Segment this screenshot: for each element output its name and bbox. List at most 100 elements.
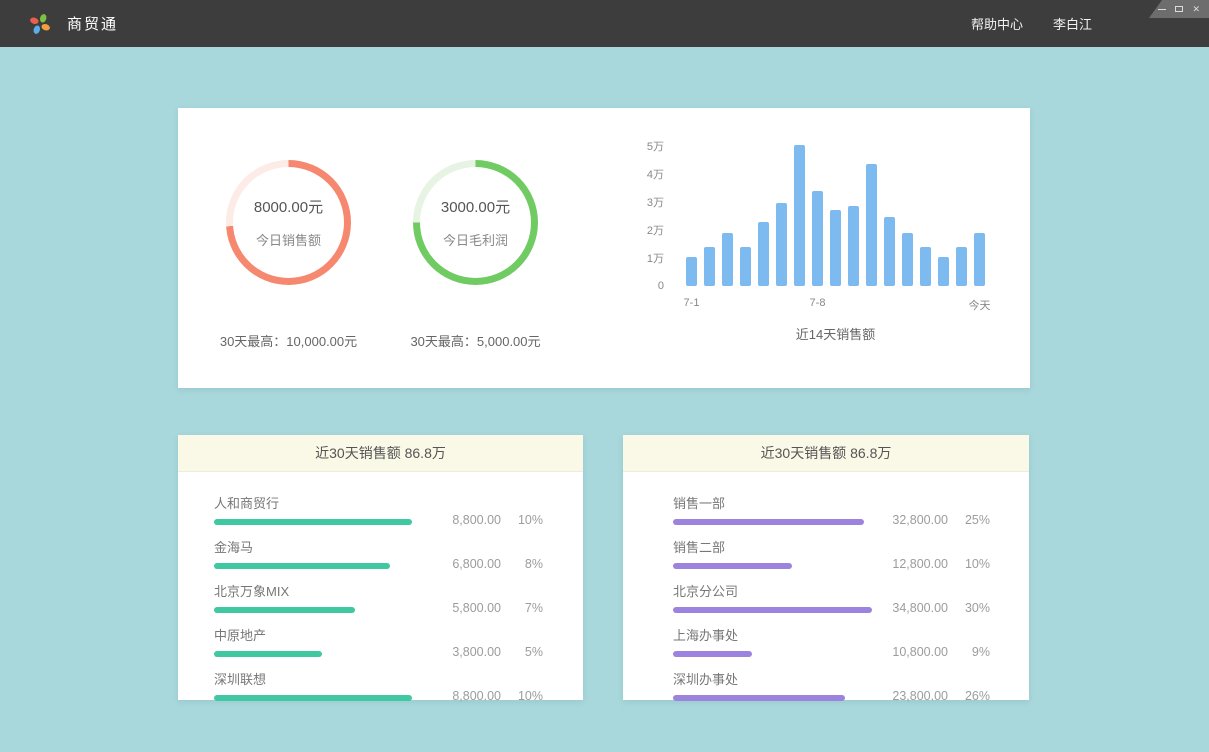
sales-bar	[848, 206, 859, 286]
ranking-row: 金海马 6,800.00 8%	[214, 537, 543, 569]
today-sales-ring: 8000.00元 今日销售额	[226, 160, 351, 285]
row-percent: 5%	[501, 645, 543, 659]
row-value: 6,800.00	[431, 557, 501, 571]
sales-bar	[938, 257, 949, 286]
sales-bar	[830, 210, 841, 286]
row-label: 中原地产	[214, 625, 421, 644]
profit-30d-max: 30天最高：5,000.00元	[383, 331, 568, 350]
row-label: 北京分公司	[673, 581, 868, 600]
department-ranking-card: 近30天销售额 86.8万 销售一部 32,800.00 25% 销售二部 12…	[623, 435, 1029, 700]
today-sales-donut: 8000.00元 今日销售额 30天最高：10,000.00元	[226, 160, 351, 388]
customer-ranking-list: 人和商贸行 8,800.00 10% 金海马 6,800.00 8% 北京万象M…	[178, 472, 583, 701]
row-progress-bar	[673, 607, 872, 613]
sales-30d-max: 30天最高：10,000.00元	[196, 331, 381, 350]
row-value: 8,800.00	[431, 513, 501, 527]
y-tick-label: 2万	[647, 222, 664, 238]
x-tick-label: 7-1	[684, 297, 700, 309]
sales-bar	[866, 164, 877, 286]
chart-x-axis: 7-17-8今天	[686, 286, 985, 310]
chart-y-axis: 5万4万3万2万1万0	[610, 146, 664, 286]
customer-ranking-card: 近30天销售额 86.8万 人和商贸行 8,800.00 10% 金海马 6,8…	[178, 435, 583, 700]
row-value: 5,800.00	[431, 601, 501, 615]
row-label: 人和商贸行	[214, 493, 421, 512]
ranking-row: 销售二部 12,800.00 10%	[673, 537, 990, 569]
row-progress-bar	[214, 607, 355, 613]
ranking-row: 北京分公司 34,800.00 30%	[673, 581, 990, 613]
sales-bar	[920, 247, 931, 286]
today-profit-value: 3000.00元	[441, 196, 510, 217]
today-sales-label: 今日销售额	[256, 230, 321, 249]
row-value: 12,800.00	[878, 557, 948, 571]
sales-bar	[812, 191, 823, 286]
row-label: 北京万象MIX	[214, 581, 421, 600]
sales-bar	[884, 217, 895, 286]
row-label: 销售一部	[673, 493, 868, 512]
row-progress-bar	[214, 651, 322, 657]
today-profit-label: 今日毛利润	[443, 230, 508, 249]
row-progress-bar	[673, 563, 792, 569]
sales-bar	[956, 247, 967, 286]
row-progress-bar	[673, 695, 845, 701]
y-tick-label: 1万	[647, 250, 664, 266]
row-percent: 7%	[501, 601, 543, 615]
row-progress-bar	[214, 563, 390, 569]
today-summary-card: 8000.00元 今日销售额 30天最高：10,000.00元 3000.00元…	[178, 108, 1030, 388]
y-tick-label: 4万	[647, 166, 664, 182]
sales-14d-chart: 5万4万3万2万1万0 7-17-8今天 近14天销售额	[610, 108, 985, 388]
row-value: 34,800.00	[878, 601, 948, 615]
sales-bar	[776, 203, 787, 286]
customer-ranking-header: 近30天销售额 86.8万	[178, 435, 583, 472]
row-progress-bar	[214, 695, 412, 701]
row-percent: 8%	[501, 557, 543, 571]
row-percent: 10%	[501, 689, 543, 703]
row-value: 8,800.00	[431, 689, 501, 703]
today-profit-ring: 3000.00元 今日毛利润	[413, 160, 538, 285]
today-sales-value: 8000.00元	[254, 196, 323, 217]
ranking-row: 深圳办事处 23,800.00 26%	[673, 669, 990, 701]
row-label: 上海办事处	[673, 625, 868, 644]
row-value: 3,800.00	[431, 645, 501, 659]
ranking-row: 北京万象MIX 5,800.00 7%	[214, 581, 543, 613]
app-logo-pinwheel-icon	[28, 12, 52, 36]
titlebar-nav: 帮助中心 李白江	[971, 14, 1092, 33]
row-label: 金海马	[214, 537, 421, 556]
row-label: 深圳办事处	[673, 669, 868, 688]
app-title: 商贸通	[67, 13, 118, 34]
close-icon[interactable]: ✕	[1192, 5, 1200, 14]
sales-bar	[758, 222, 769, 286]
sales-bar	[686, 257, 697, 286]
today-profit-donut: 3000.00元 今日毛利润 30天最高：5,000.00元	[413, 160, 538, 388]
sales-bar	[974, 233, 985, 286]
sales-bar	[794, 145, 805, 286]
donut-gauges: 8000.00元 今日销售额 30天最高：10,000.00元 3000.00元…	[178, 108, 538, 388]
ranking-row: 人和商贸行 8,800.00 10%	[214, 493, 543, 525]
row-percent: 25%	[948, 513, 990, 527]
y-tick-label: 3万	[647, 194, 664, 210]
row-percent: 10%	[948, 557, 990, 571]
x-tick-label: 7-8	[810, 297, 826, 309]
ranking-row: 深圳联想 8,800.00 10%	[214, 669, 543, 701]
help-center-link[interactable]: 帮助中心	[971, 14, 1023, 33]
department-ranking-list: 销售一部 32,800.00 25% 销售二部 12,800.00 10% 北京…	[623, 472, 1029, 701]
titlebar: 商贸通 帮助中心 李白江 ✕	[0, 0, 1209, 47]
row-value: 32,800.00	[878, 513, 948, 527]
row-percent: 10%	[501, 513, 543, 527]
row-value: 10,800.00	[878, 645, 948, 659]
row-label: 深圳联想	[214, 669, 421, 688]
sales-bar	[722, 233, 733, 286]
row-value: 23,800.00	[878, 689, 948, 703]
ranking-row: 销售一部 32,800.00 25%	[673, 493, 990, 525]
sales-bar	[704, 247, 715, 286]
sales-bar	[902, 233, 913, 286]
ranking-row: 上海办事处 10,800.00 9%	[673, 625, 990, 657]
row-progress-bar	[673, 519, 864, 525]
window-controls: ✕	[1149, 0, 1209, 18]
x-tick-label: 今天	[969, 297, 991, 313]
maximize-icon[interactable]	[1175, 6, 1183, 12]
user-menu[interactable]: 李白江	[1053, 14, 1092, 33]
row-percent: 9%	[948, 645, 990, 659]
chart-title: 近14天销售额	[686, 324, 985, 343]
minimize-icon[interactable]	[1158, 9, 1166, 10]
sales-bar	[740, 247, 751, 286]
row-percent: 30%	[948, 601, 990, 615]
